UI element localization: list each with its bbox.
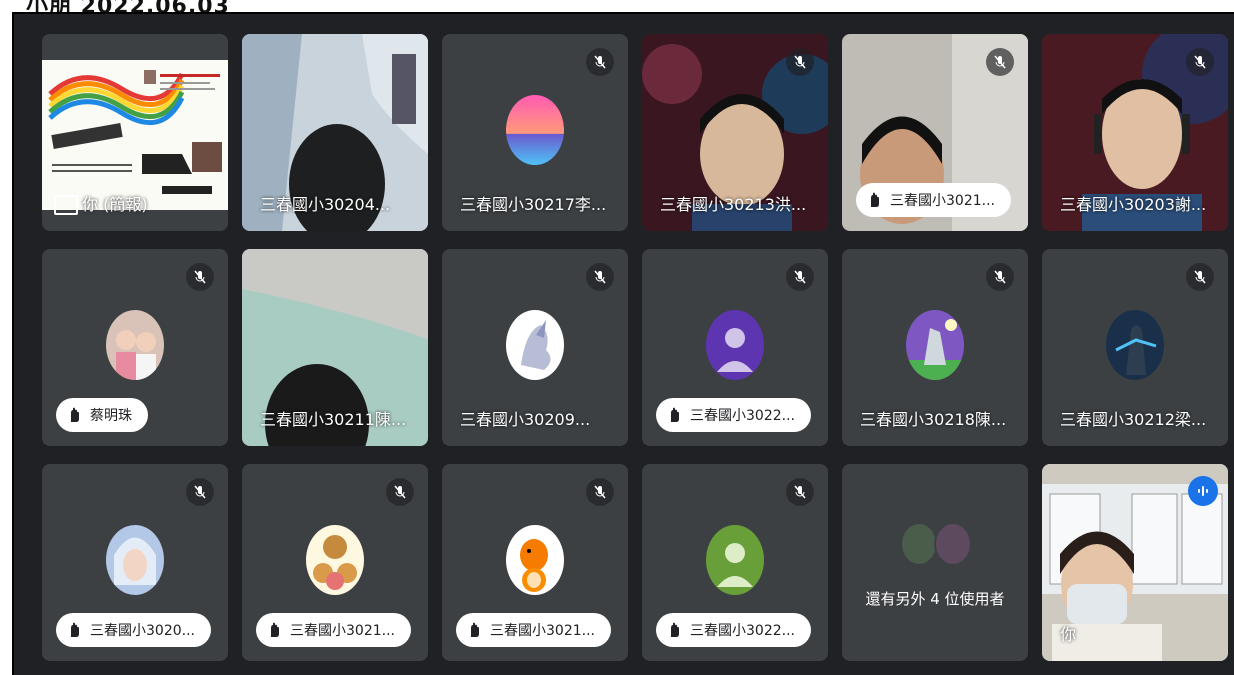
raised-hand-icon [871,192,879,207]
raised-hand-icon [71,407,79,422]
participant-name: 你 (簡報) [82,195,148,214]
raised-hand-pill: 蔡明珠 [56,398,148,432]
mic-off-icon [786,48,814,76]
avatar [906,310,964,380]
raised-hand-pill: 三春國小3022... [656,613,811,647]
raised-hand-pill: 三春國小3020... [56,613,211,647]
mic-off-icon [386,478,414,506]
avatar [1106,310,1164,380]
more-participants-tile[interactable]: 還有另外 4 位使用者 [842,464,1028,661]
participant-tile[interactable]: 三春國小3022... [642,249,828,446]
participant-tile[interactable]: 三春國小3021... [442,464,628,661]
avatar [106,310,164,380]
participant-name: 三春國小30204... [260,195,391,214]
raised-hand-pill: 三春國小3021... [456,613,611,647]
participant-grid: 你 (簡報) 三春國小30204... 三春國小30217李... 三春國小30… [42,34,1228,661]
more-participants-label: 還有另外 4 位使用者 [865,590,1005,608]
self-name: 你 [1060,625,1077,644]
default-avatar [706,310,764,380]
mic-off-icon [986,48,1014,76]
participant-tile[interactable]: 三春國小30204... [242,34,428,231]
participant-tile[interactable]: 三春國小30203謝... [1042,34,1228,231]
avatar [506,525,564,595]
self-view-tile[interactable]: 你 [1042,464,1228,661]
participant-tile[interactable]: 三春國小3022... [642,464,828,661]
avatar [506,95,564,165]
mic-off-icon [586,478,614,506]
raised-hand-icon [271,622,279,637]
participant-name: 三春國小30203謝... [1060,195,1207,214]
default-avatar [706,525,764,595]
participant-name: 三春國小30218陳... [860,410,1007,429]
avatar [106,525,164,595]
participant-tile[interactable]: 三春國小3021... [242,464,428,661]
participant-name: 三春國小30211陳... [260,410,407,429]
raised-hand-pill: 三春國小3021... [856,183,1011,217]
raised-hand-icon [71,622,79,637]
mic-off-icon [186,263,214,291]
mic-off-icon [986,263,1014,291]
participant-tile[interactable]: 三春國小30211陳... [242,249,428,446]
participant-tile[interactable]: 三春國小30217李... [442,34,628,231]
more-avatars [900,522,972,566]
participant-tile[interactable]: 三春國小30213洪... [642,34,828,231]
mic-off-icon [586,263,614,291]
participant-tile[interactable]: 三春國小30212梁... [1042,249,1228,446]
raised-hand-icon [671,407,679,422]
participant-tile[interactable]: 三春國小3021... [842,34,1028,231]
mic-off-icon [1186,48,1214,76]
participant-name: 三春國小30213洪... [660,195,807,214]
avatar [934,522,972,566]
present-screen-icon [54,195,78,215]
raised-hand-icon [471,622,479,637]
mic-off-icon [186,478,214,506]
participant-tile[interactable]: 蔡明珠 [42,249,228,446]
avatar [900,522,938,566]
mic-off-icon [1186,263,1214,291]
participant-name: 三春國小30209... [460,410,591,429]
raised-hand-pill: 三春國小3021... [256,613,411,647]
speaking-indicator-icon [1188,476,1218,506]
participant-tile[interactable]: 三春國小30209... [442,249,628,446]
participant-tile-presentation[interactable]: 你 (簡報) [42,34,228,231]
participant-tile[interactable]: 三春國小3020... [42,464,228,661]
participant-name: 三春國小30217李... [460,195,607,214]
raised-hand-icon [671,622,679,637]
mic-off-icon [586,48,614,76]
mic-off-icon [786,478,814,506]
meet-window: 你 (簡報) 三春國小30204... 三春國小30217李... 三春國小30… [12,12,1234,675]
avatar [306,525,364,595]
avatar [506,310,564,380]
raised-hand-pill: 三春國小3022... [656,398,811,432]
participant-name: 三春國小30212梁... [1060,410,1207,429]
mic-off-icon [786,263,814,291]
participant-tile[interactable]: 三春國小30218陳... [842,249,1028,446]
